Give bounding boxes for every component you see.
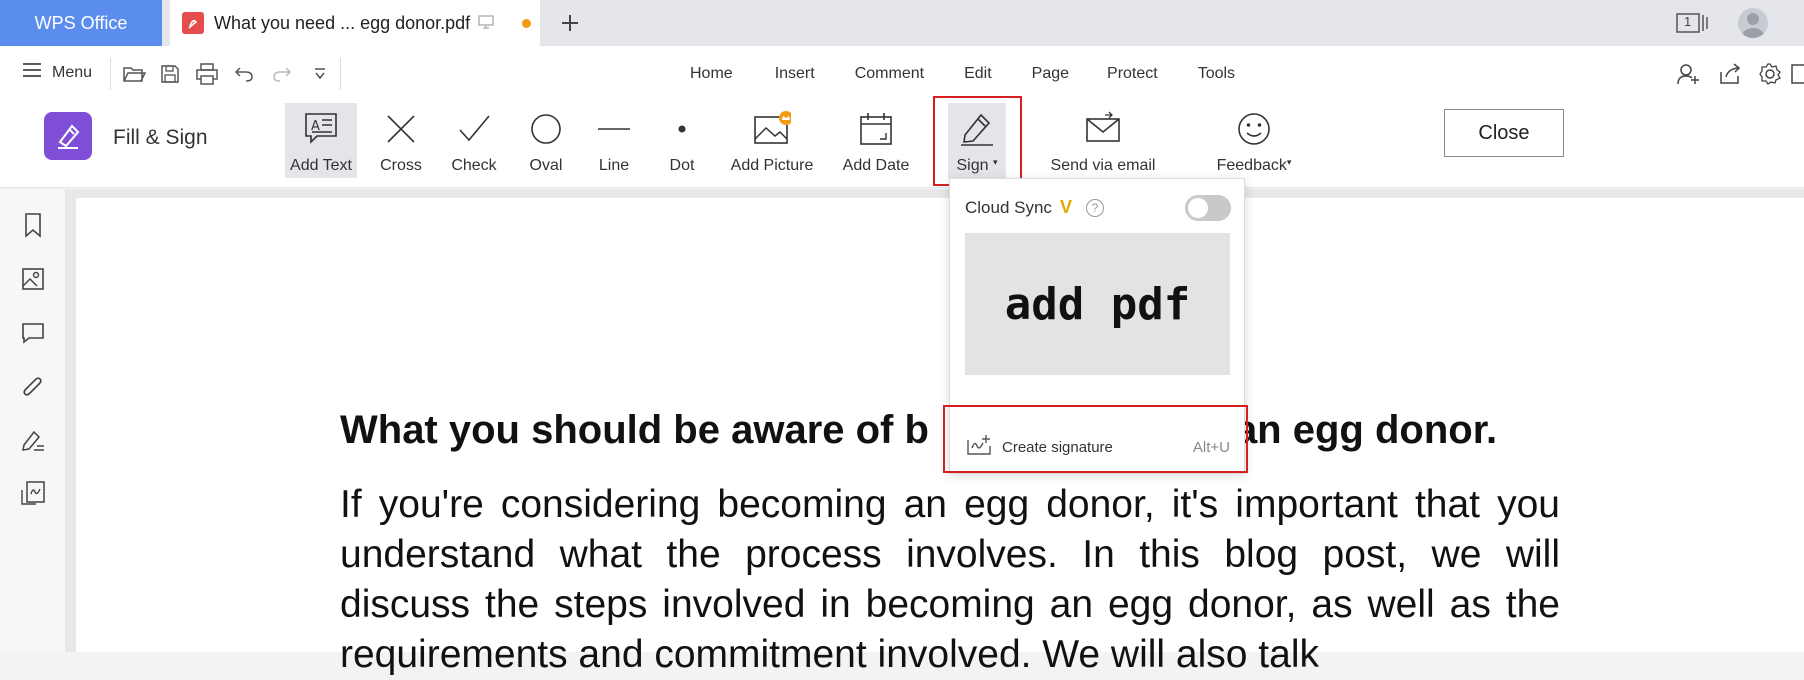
vip-badge-icon: V xyxy=(1059,197,1072,217)
toggle-knob xyxy=(1188,198,1208,218)
fill-sign-ribbon: Fill & Sign A Add Text Cross Check Oval … xyxy=(0,102,1804,188)
account-button[interactable] xyxy=(1738,8,1768,38)
heading-left: What you should be aware of b xyxy=(340,408,929,452)
open-folder-icon[interactable] xyxy=(122,62,146,86)
cross-icon xyxy=(381,109,421,149)
envelope-icon xyxy=(1083,109,1123,149)
add-picture-label: Add Picture xyxy=(730,157,814,174)
left-sidebar xyxy=(0,189,66,652)
line-button[interactable]: Line xyxy=(586,103,642,178)
close-button[interactable]: Close xyxy=(1444,109,1564,157)
export-icon[interactable] xyxy=(1716,60,1744,88)
divider xyxy=(110,58,111,90)
check-icon xyxy=(454,109,494,149)
window-count-button[interactable]: 1 xyxy=(1676,8,1708,38)
document-body: If you're considering becoming an egg do… xyxy=(340,483,1560,676)
window-count: 1 xyxy=(1684,14,1692,29)
heading-right: an egg donor. xyxy=(1234,408,1498,452)
monitor-icon xyxy=(478,13,494,34)
panel-toggle-icon[interactable] xyxy=(1790,60,1804,88)
title-bar: WPS Office What you need ... egg donor.p… xyxy=(0,0,1804,46)
line-icon xyxy=(594,109,634,149)
tab-edit[interactable]: Edit xyxy=(964,60,992,88)
save-icon[interactable] xyxy=(158,62,182,86)
saved-signature-preview[interactable]: add pdf xyxy=(965,233,1230,375)
oval-button[interactable]: Oval xyxy=(518,103,574,178)
add-date-button[interactable]: Add Date xyxy=(836,103,916,178)
tab-protect[interactable]: Protect xyxy=(1107,60,1158,88)
smiley-icon xyxy=(1234,109,1274,149)
add-picture-button[interactable]: Add Picture xyxy=(728,103,816,178)
tab-home[interactable]: Home xyxy=(690,60,733,88)
app-tab-label: WPS Office xyxy=(34,12,128,33)
signature-panel-icon[interactable] xyxy=(19,479,47,507)
doc-tab-label: What you need ... egg donor.pdf xyxy=(214,12,471,33)
line-label: Line xyxy=(598,157,630,174)
calendar-icon xyxy=(856,109,896,149)
cloud-sync-label: Cloud Sync xyxy=(965,197,1052,217)
document-heading: What you should be aware of b an egg dono… xyxy=(340,408,1497,453)
create-signature-highlight-box xyxy=(943,405,1248,473)
sign-highlight-box xyxy=(933,96,1022,186)
divider xyxy=(340,58,341,90)
comment-icon[interactable] xyxy=(19,319,47,347)
undo-icon[interactable] xyxy=(232,62,256,86)
cross-button[interactable]: Cross xyxy=(373,103,429,178)
help-icon[interactable]: ? xyxy=(1085,198,1104,217)
attachment-icon[interactable] xyxy=(19,373,47,401)
tab-comment[interactable]: Comment xyxy=(855,60,924,88)
unsaved-indicator xyxy=(522,18,532,28)
app-tab-wps-office[interactable]: WPS Office xyxy=(0,0,162,46)
cloud-sync-toggle[interactable] xyxy=(1185,195,1231,221)
tab-page[interactable]: Page xyxy=(1032,60,1069,88)
menu-label: Menu xyxy=(52,63,93,81)
customize-toolbar-icon[interactable] xyxy=(308,62,332,86)
settings-gear-icon[interactable] xyxy=(1756,60,1784,88)
print-icon[interactable] xyxy=(195,62,219,86)
redo-icon[interactable] xyxy=(270,62,294,86)
avatar xyxy=(1738,8,1768,38)
check-label: Check xyxy=(451,157,497,174)
pdf-file-icon xyxy=(182,12,204,34)
picture-icon xyxy=(752,109,792,149)
dot-button[interactable]: Dot xyxy=(654,103,710,178)
feedback-label: Feedback▾ xyxy=(1217,157,1292,175)
check-button[interactable]: Check xyxy=(446,103,502,178)
fill-sign-sidebar-icon[interactable] xyxy=(19,427,47,455)
add-text-button[interactable]: A Add Text xyxy=(285,103,357,178)
oval-icon xyxy=(526,109,566,149)
send-via-email-label: Send via email xyxy=(1050,157,1156,174)
ribbon-tabs: Home Insert Comment Edit Page Protect To… xyxy=(690,60,1275,88)
doc-tab[interactable]: What you need ... egg donor.pdf xyxy=(170,0,540,46)
cross-label: Cross xyxy=(380,157,422,174)
send-via-email-button[interactable]: Send via email xyxy=(1048,103,1158,178)
add-text-label: Add Text xyxy=(290,157,352,174)
new-tab-button[interactable] xyxy=(555,8,585,38)
menu-bar: Menu Home Insert Comment Edit Page Prote… xyxy=(0,46,1804,102)
ribbon-title: Fill & Sign xyxy=(113,126,208,149)
share-user-icon[interactable] xyxy=(1674,60,1702,88)
dot-label: Dot xyxy=(669,157,695,174)
menu-button[interactable]: Menu xyxy=(22,62,92,83)
dropdown-caret-icon: ▾ xyxy=(1286,157,1292,167)
add-text-icon: A xyxy=(301,109,341,149)
fill-sign-pen-icon xyxy=(44,112,92,160)
cloud-sync-row: Cloud Sync V ? xyxy=(965,197,1104,218)
add-date-label: Add Date xyxy=(842,157,910,174)
feedback-button[interactable]: Feedback▾ xyxy=(1214,103,1294,178)
bookmark-icon[interactable] xyxy=(19,211,47,239)
feedback-text: Feedback xyxy=(1216,157,1287,174)
thumbnail-image-icon[interactable] xyxy=(19,265,47,293)
oval-label: Oval xyxy=(529,157,563,174)
tab-insert[interactable]: Insert xyxy=(775,60,815,88)
dot-icon xyxy=(662,109,702,149)
tab-tools[interactable]: Tools xyxy=(1198,60,1235,88)
hamburger-icon xyxy=(22,62,42,83)
